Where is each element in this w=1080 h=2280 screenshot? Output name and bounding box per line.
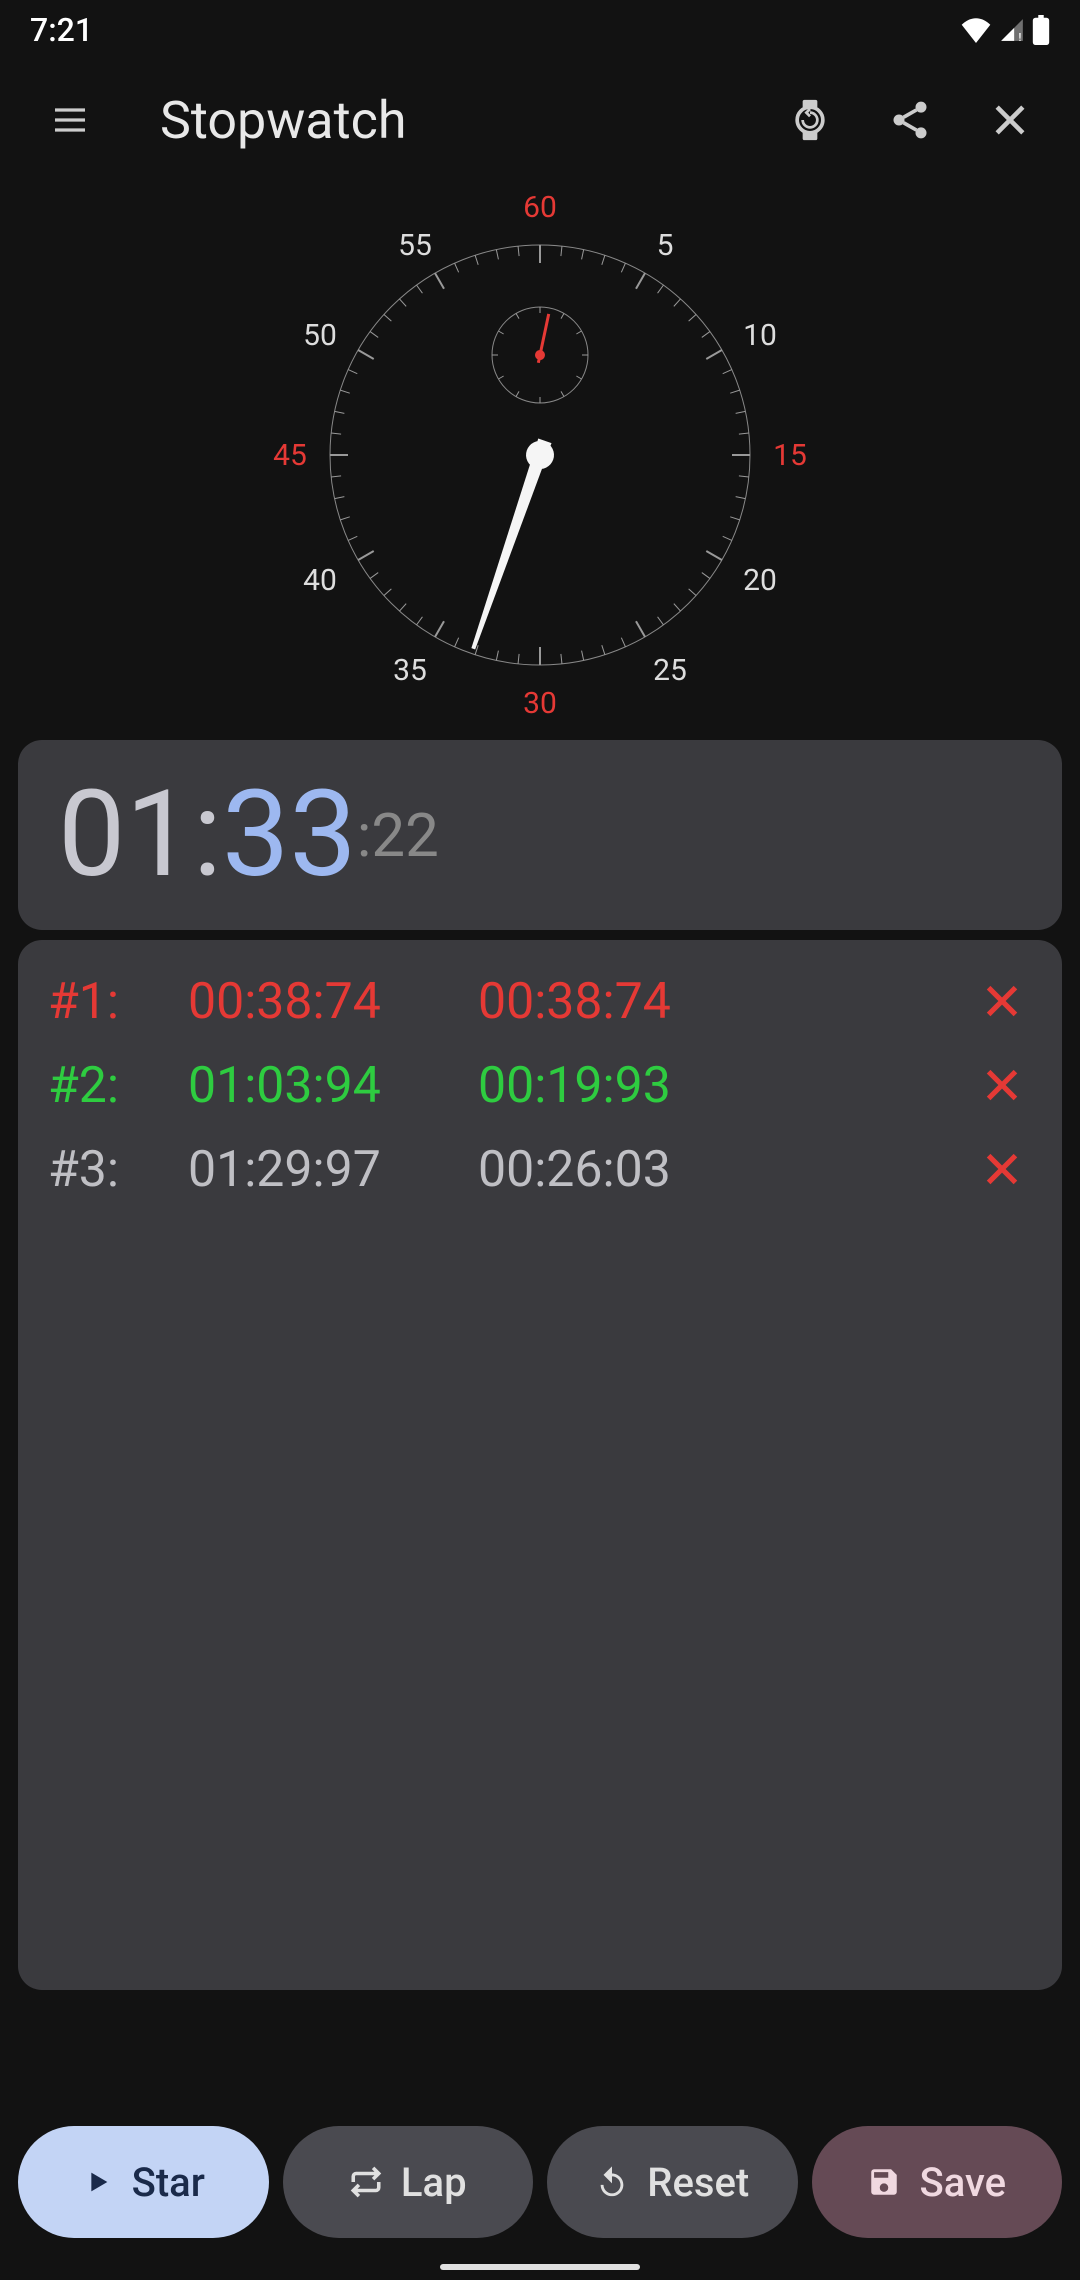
close-icon xyxy=(988,98,1032,142)
close-button[interactable] xyxy=(970,80,1050,160)
dial-50: 50 xyxy=(303,318,337,353)
status-icons: ! xyxy=(960,15,1050,45)
time-seconds: 33 xyxy=(222,765,357,905)
dial-15: 15 xyxy=(773,438,807,473)
lap-button[interactable]: Lap xyxy=(283,2126,534,2238)
play-icon xyxy=(82,2166,114,2198)
share-button[interactable] xyxy=(870,80,950,160)
lap-index: #1: xyxy=(48,973,188,1031)
lap-total: 01:29:97 xyxy=(188,1141,478,1199)
dial-svg: 60 5 10 15 20 25 30 35 40 45 50 55 xyxy=(270,185,810,725)
start-label: Star xyxy=(132,2159,205,2206)
menu-button[interactable] xyxy=(30,80,110,160)
minute-hand xyxy=(533,313,553,364)
dial-45: 45 xyxy=(273,438,307,473)
status-time: 7:21 xyxy=(30,11,93,49)
dial-5: 5 xyxy=(657,228,674,263)
dial-55: 55 xyxy=(398,228,432,263)
svg-text:!: ! xyxy=(1019,31,1022,43)
lap-split: 00:19:93 xyxy=(478,1057,768,1115)
page-title: Stopwatch xyxy=(160,90,760,151)
lap-total: 00:38:74 xyxy=(188,973,478,1031)
dial-60: 60 xyxy=(523,190,557,225)
time-colon: : xyxy=(193,765,222,905)
start-button[interactable]: Star xyxy=(18,2126,269,2238)
dial-40: 40 xyxy=(303,563,337,598)
dial-30: 30 xyxy=(523,686,557,721)
hamburger-icon xyxy=(50,100,90,140)
laps-list[interactable]: #1:00:38:7400:38:74✕#2:01:03:9400:19:93✕… xyxy=(18,940,1062,1990)
loop-icon xyxy=(349,2165,383,2199)
lap-index: #3: xyxy=(48,1141,188,1199)
time-display: 01 : 33 : 22 xyxy=(18,740,1062,930)
delete-lap-button[interactable]: ✕ xyxy=(972,972,1032,1033)
lap-index: #2: xyxy=(48,1057,188,1115)
lap-split: 00:38:74 xyxy=(478,973,768,1031)
lap-split: 00:26:03 xyxy=(478,1141,768,1199)
lap-row: #1:00:38:7400:38:74✕ xyxy=(48,960,1032,1044)
signal-icon: ! xyxy=(998,17,1026,43)
wifi-icon xyxy=(960,17,992,43)
replay-icon xyxy=(595,2165,629,2199)
delete-lap-button[interactable]: ✕ xyxy=(972,1056,1032,1117)
battery-icon xyxy=(1032,15,1050,45)
dial-20: 20 xyxy=(743,563,777,598)
nav-pill[interactable] xyxy=(440,2264,640,2270)
reset-label: Reset xyxy=(647,2159,749,2206)
watch-sync-icon xyxy=(788,98,832,142)
status-bar: 7:21 ! xyxy=(0,0,1080,60)
bottom-bar: Star Lap Reset Save xyxy=(0,2126,1080,2238)
time-minutes: 01 xyxy=(58,765,193,905)
watch-sync-button[interactable] xyxy=(770,80,850,160)
lap-label: Lap xyxy=(401,2159,467,2206)
lap-row: #3:01:29:9700:26:03 ✕ xyxy=(48,1128,1032,1212)
reset-button[interactable]: Reset xyxy=(547,2126,798,2238)
time-centiseconds: 22 xyxy=(371,800,438,871)
save-label: Save xyxy=(919,2159,1006,2206)
second-hand xyxy=(460,436,558,653)
share-icon xyxy=(888,98,932,142)
dial-25: 25 xyxy=(653,653,687,688)
dial-35: 35 xyxy=(393,653,427,688)
save-icon xyxy=(867,2165,901,2199)
dial-10: 10 xyxy=(743,318,777,353)
app-bar: Stopwatch xyxy=(0,60,1080,180)
save-button[interactable]: Save xyxy=(812,2126,1063,2238)
time-colon-small: : xyxy=(357,800,372,871)
delete-lap-button[interactable]: ✕ xyxy=(972,1140,1032,1201)
lap-total: 01:03:94 xyxy=(188,1057,478,1115)
analog-dial: 60 5 10 15 20 25 30 35 40 45 50 55 xyxy=(0,180,1080,730)
lap-row: #2:01:03:9400:19:93 ✕ xyxy=(48,1044,1032,1128)
